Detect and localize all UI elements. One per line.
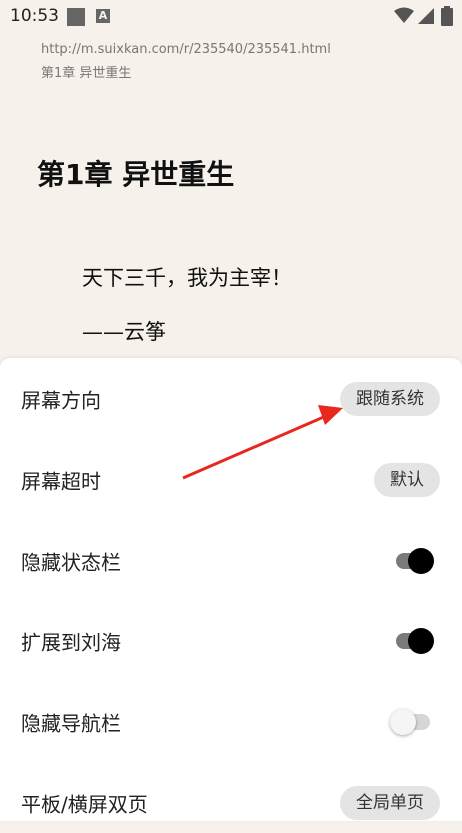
- setting-row-tablet-double-page[interactable]: 平板/横屏双页 全局单页: [0, 773, 462, 833]
- status-time: 10:53: [10, 6, 59, 26]
- tablet-double-page-button[interactable]: 全局单页: [340, 786, 440, 820]
- chapter-title: 第1章 异世重生: [37, 158, 235, 191]
- setting-row-extend-notch[interactable]: 扩展到刘海: [0, 611, 462, 671]
- setting-label: 平板/横屏双页: [21, 792, 148, 817]
- chapter-header-small: 第1章 异世重生: [41, 66, 132, 81]
- signal-icon: [418, 8, 434, 24]
- toggle-thumb: [408, 628, 434, 654]
- screen-orientation-button[interactable]: 跟随系统: [340, 382, 440, 416]
- screen-timeout-button[interactable]: 默认: [374, 463, 440, 497]
- battery-icon: [441, 6, 453, 26]
- status-bar: 10:53 A: [0, 0, 462, 32]
- extend-notch-toggle[interactable]: [392, 627, 436, 655]
- wifi-icon: [394, 7, 414, 23]
- setting-label: 扩展到刘海: [21, 630, 121, 655]
- toggle-thumb: [390, 709, 416, 735]
- setting-label: 隐藏状态栏: [21, 550, 121, 575]
- chapter-paragraph: 天下三千，我为主宰！: [82, 266, 292, 290]
- hide-status-bar-toggle[interactable]: [392, 547, 436, 575]
- settings-sheet: 屏幕方向 跟随系统 屏幕超时 默认 隐藏状态栏 扩展到刘海 隐藏导航栏 平板/横…: [0, 358, 462, 821]
- setting-label: 屏幕超时: [21, 469, 101, 494]
- chapter-url: http://m.suixkan.com/r/235540/235541.htm…: [41, 42, 331, 57]
- setting-row-screen-timeout[interactable]: 屏幕超时 默认: [0, 450, 462, 510]
- setting-row-hide-status-bar[interactable]: 隐藏状态栏: [0, 531, 462, 591]
- setting-label: 隐藏导航栏: [21, 711, 121, 736]
- a-notification-icon: A: [96, 9, 110, 23]
- hide-navigation-bar-toggle[interactable]: [390, 708, 436, 736]
- setting-label: 屏幕方向: [21, 388, 101, 413]
- toggle-thumb: [408, 548, 434, 574]
- chapter-paragraph: ——云筝: [82, 320, 166, 344]
- setting-row-screen-orientation[interactable]: 屏幕方向 跟随系统: [0, 369, 462, 429]
- square-notification-icon: [67, 8, 85, 26]
- setting-row-hide-navigation-bar[interactable]: 隐藏导航栏: [0, 692, 462, 752]
